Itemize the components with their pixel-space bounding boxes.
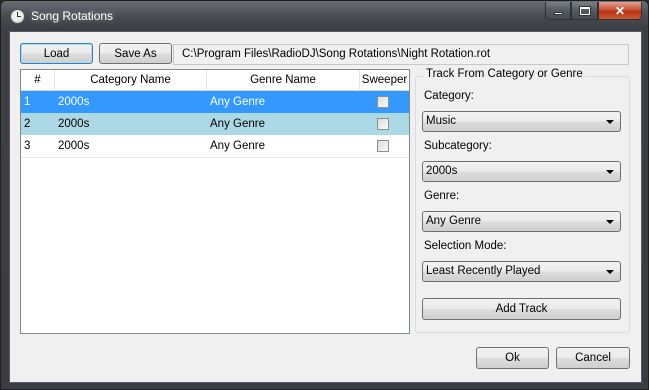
window-title: Song Rotations bbox=[31, 9, 114, 23]
sweeper-checkbox[interactable] bbox=[377, 96, 389, 108]
chevron-down-icon bbox=[606, 120, 614, 124]
close-icon: ✕ bbox=[614, 3, 626, 18]
row-genre: Any Genre bbox=[210, 118, 265, 130]
chevron-down-icon bbox=[606, 170, 614, 174]
row-genre: Any Genre bbox=[210, 140, 265, 152]
dialog-body: Load Save As C:\Program Files\RadioDJ\So… bbox=[9, 31, 642, 383]
row-number: 3 bbox=[24, 140, 31, 152]
row-category: 2000s bbox=[58, 118, 90, 130]
add-track-button[interactable]: Add Track bbox=[422, 298, 621, 320]
minimize-icon bbox=[553, 12, 563, 15]
chevron-down-icon bbox=[606, 270, 614, 274]
maximize-icon bbox=[578, 5, 591, 16]
grid-header: # Category Name Genre Name Sweeper bbox=[21, 70, 409, 91]
caption-buttons: ✕ bbox=[545, 2, 642, 21]
row-category: 2000s bbox=[58, 96, 90, 108]
minimize-button[interactable] bbox=[545, 2, 571, 20]
selection-mode-dropdown[interactable]: Least Recently Played bbox=[422, 261, 621, 282]
song-rotations-window: Song Rotations ✕ Load Save As C:\Program… bbox=[0, 0, 649, 390]
row-genre: Any Genre bbox=[210, 96, 265, 108]
selection-mode-label: Selection Mode: bbox=[424, 240, 507, 252]
title-bar[interactable]: Song Rotations ✕ bbox=[1, 1, 648, 31]
subcategory-label: Subcategory: bbox=[424, 140, 492, 152]
row-category: 2000s bbox=[58, 140, 90, 152]
genre-dropdown-value: Any Genre bbox=[426, 215, 481, 227]
table-row[interactable]: 3 2000s Any Genre bbox=[21, 135, 409, 158]
table-row[interactable]: 2 2000s Any Genre bbox=[21, 113, 409, 135]
ok-button[interactable]: Ok bbox=[476, 347, 549, 369]
selection-mode-dropdown-value: Least Recently Played bbox=[426, 265, 541, 277]
category-label: Category: bbox=[424, 90, 474, 102]
clock-icon[interactable] bbox=[10, 9, 25, 24]
sweeper-checkbox[interactable] bbox=[377, 140, 389, 152]
category-dropdown-value: Music bbox=[426, 115, 457, 127]
cancel-button[interactable]: Cancel bbox=[556, 347, 630, 369]
maximize-button[interactable] bbox=[571, 2, 598, 20]
row-number: 2 bbox=[24, 118, 31, 130]
rotation-grid[interactable]: # Category Name Genre Name Sweeper 1 200… bbox=[20, 69, 410, 334]
track-group-title: Track From Category or Genre bbox=[424, 68, 585, 80]
close-button[interactable]: ✕ bbox=[598, 2, 642, 20]
genre-label: Genre: bbox=[424, 190, 460, 202]
category-dropdown[interactable]: Music bbox=[422, 111, 621, 132]
sweeper-checkbox[interactable] bbox=[377, 118, 389, 130]
table-row[interactable]: 1 2000s Any Genre bbox=[21, 91, 409, 113]
subcategory-dropdown-value: 2000s bbox=[426, 165, 458, 177]
column-header-genre[interactable]: Genre Name bbox=[207, 70, 360, 90]
subcategory-dropdown[interactable]: 2000s bbox=[422, 161, 621, 182]
column-header-sweeper[interactable]: Sweeper bbox=[360, 70, 409, 90]
genre-dropdown[interactable]: Any Genre bbox=[422, 211, 621, 232]
chevron-down-icon bbox=[606, 220, 614, 224]
row-number: 1 bbox=[24, 96, 31, 108]
column-header-category[interactable]: Category Name bbox=[55, 70, 207, 90]
file-path-display: C:\Program Files\RadioDJ\Song Rotations\… bbox=[173, 44, 629, 65]
save-as-button[interactable]: Save As bbox=[99, 43, 172, 64]
column-header-number[interactable]: # bbox=[21, 70, 55, 90]
load-button[interactable]: Load bbox=[20, 43, 93, 64]
